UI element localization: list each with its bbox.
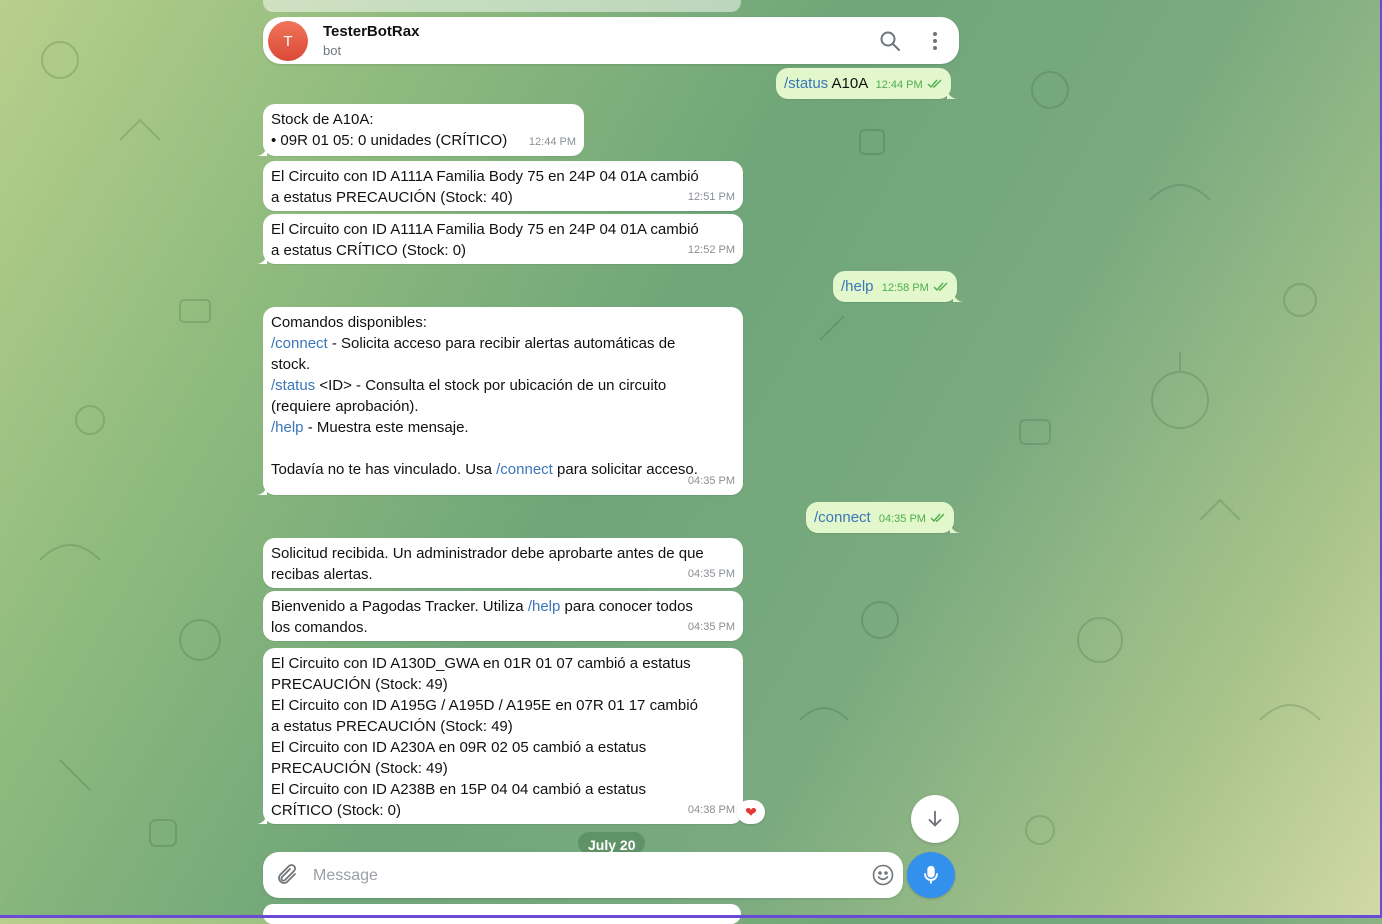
- message-text: los comandos.: [271, 619, 368, 636]
- incoming-message[interactable]: El Circuito con ID A130D_GWA en 01R 01 0…: [257, 648, 743, 824]
- message-text: Solicitud recibida. Un administrador deb…: [271, 545, 704, 562]
- incoming-message[interactable]: Comandos disponibles: /connect - Solicit…: [257, 307, 743, 495]
- message-text: /help - Muestra este mensaje.: [271, 419, 469, 436]
- bubble-tail: [257, 814, 267, 824]
- command-link[interactable]: /connect: [271, 335, 328, 352]
- message-text: Comandos disponibles:: [271, 314, 427, 331]
- outgoing-message[interactable]: /help 12:58 PM: [833, 271, 963, 302]
- incoming-message[interactable]: El Circuito con ID A111A Familia Body 75…: [257, 214, 743, 264]
- incoming-message[interactable]: Stock de A10A: • 09R 01 05: 0 unidades (…: [257, 104, 584, 156]
- scroll-down-button[interactable]: [911, 795, 959, 843]
- message-text: El Circuito con ID A230A en 09R 02 05 ca…: [271, 739, 647, 756]
- message-text: Todavía no te has vinculado. Usa /connec…: [271, 461, 698, 478]
- previous-message-edge: [263, 0, 741, 12]
- message-text: El Circuito con ID A130D_GWA en 01R 01 0…: [271, 655, 691, 672]
- message-text: PRECAUCIÓN (Stock: 49): [271, 676, 448, 693]
- command-link[interactable]: /connect: [814, 509, 871, 526]
- chat-header[interactable]: T TesterBotRax bot: [263, 17, 959, 64]
- message-composer[interactable]: [263, 852, 903, 898]
- heart-reaction[interactable]: ❤: [737, 800, 765, 824]
- double-check-icon: [930, 513, 945, 523]
- message-text: PRECAUCIÓN (Stock: 49): [271, 760, 448, 777]
- message-time: 04:35 PM: [687, 568, 735, 580]
- message-text: El Circuito con ID A111A Familia Body 75…: [271, 221, 699, 238]
- message-text: a estatus PRECAUCIÓN (Stock: 40): [271, 189, 513, 206]
- outgoing-message[interactable]: /connect 04:35 PM: [806, 502, 961, 533]
- arrow-down-icon: [928, 810, 942, 827]
- message-text: A10A: [831, 75, 868, 92]
- emoji-icon[interactable]: [871, 863, 895, 887]
- message-time: 12:44 PM: [528, 136, 576, 148]
- message-text: El Circuito con ID A238B en 15P 04 04 ca…: [271, 781, 646, 798]
- command-link[interactable]: /status: [784, 75, 828, 92]
- bubble-tail: [952, 292, 963, 302]
- message-time: 12:44 PM: [875, 79, 923, 91]
- bubble-tail: [257, 146, 267, 156]
- message-text: stock.: [271, 356, 311, 373]
- command-link[interactable]: /help: [271, 419, 304, 436]
- incoming-message[interactable]: Solicitud recibida. Un administrador deb…: [263, 538, 743, 588]
- more-vertical-icon[interactable]: [923, 29, 947, 53]
- bubble-tail: [257, 485, 267, 495]
- message-time: 12:58 PM: [881, 282, 929, 294]
- bubble-tail: [946, 89, 957, 99]
- message-text: a estatus PRECAUCIÓN (Stock: 49): [271, 718, 513, 735]
- message-time: 04:35 PM: [878, 513, 926, 525]
- avatar[interactable]: T: [268, 21, 308, 61]
- search-icon[interactable]: [878, 29, 902, 53]
- date-separator: July 20: [578, 832, 646, 854]
- incoming-message[interactable]: El Circuito con ID A111A Familia Body 75…: [263, 161, 743, 211]
- command-link[interactable]: /connect: [496, 461, 553, 478]
- message-time: 04:35 PM: [687, 621, 735, 633]
- message-input[interactable]: [311, 861, 855, 891]
- message-text: (requiere aprobación).: [271, 398, 419, 415]
- message-text: recibas alertas.: [271, 566, 373, 583]
- message-time: 12:52 PM: [687, 244, 735, 256]
- bubble-tail: [950, 523, 961, 533]
- message-time: 04:35 PM: [687, 475, 735, 487]
- message-text: CRÍTICO (Stock: 0): [271, 802, 402, 819]
- voice-record-button[interactable]: [907, 852, 955, 898]
- outgoing-message[interactable]: /status A10A 12:44 PM: [776, 68, 957, 99]
- bubble-tail: [257, 254, 267, 264]
- double-check-icon: [933, 282, 948, 292]
- message-text: a estatus CRÍTICO (Stock: 0): [271, 242, 467, 259]
- next-message-edge: [263, 904, 741, 924]
- microphone-icon: [924, 865, 938, 884]
- chat-subtitle: bot: [323, 43, 342, 58]
- message-text: Stock de A10A:: [271, 111, 374, 128]
- paperclip-icon[interactable]: [275, 863, 299, 887]
- command-link[interactable]: /help: [528, 598, 561, 615]
- message-time: 12:51 PM: [687, 191, 735, 203]
- double-check-icon: [927, 79, 942, 89]
- message-time: 04:38 PM: [687, 804, 735, 816]
- message-text: El Circuito con ID A195G / A195D / A195E…: [271, 697, 698, 714]
- chat-title[interactable]: TesterBotRax: [323, 23, 419, 40]
- message-text: Bienvenido a Pagodas Tracker. Utiliza /h…: [271, 598, 693, 615]
- command-link[interactable]: /help: [841, 278, 874, 295]
- message-text: El Circuito con ID A111A Familia Body 75…: [271, 168, 699, 185]
- message-text: /connect - Solicita acceso para recibir …: [271, 335, 676, 352]
- command-link[interactable]: /status: [271, 377, 315, 394]
- incoming-message[interactable]: Bienvenido a Pagodas Tracker. Utiliza /h…: [263, 591, 743, 641]
- message-text: /status <ID> - Consulta el stock por ubi…: [271, 377, 667, 394]
